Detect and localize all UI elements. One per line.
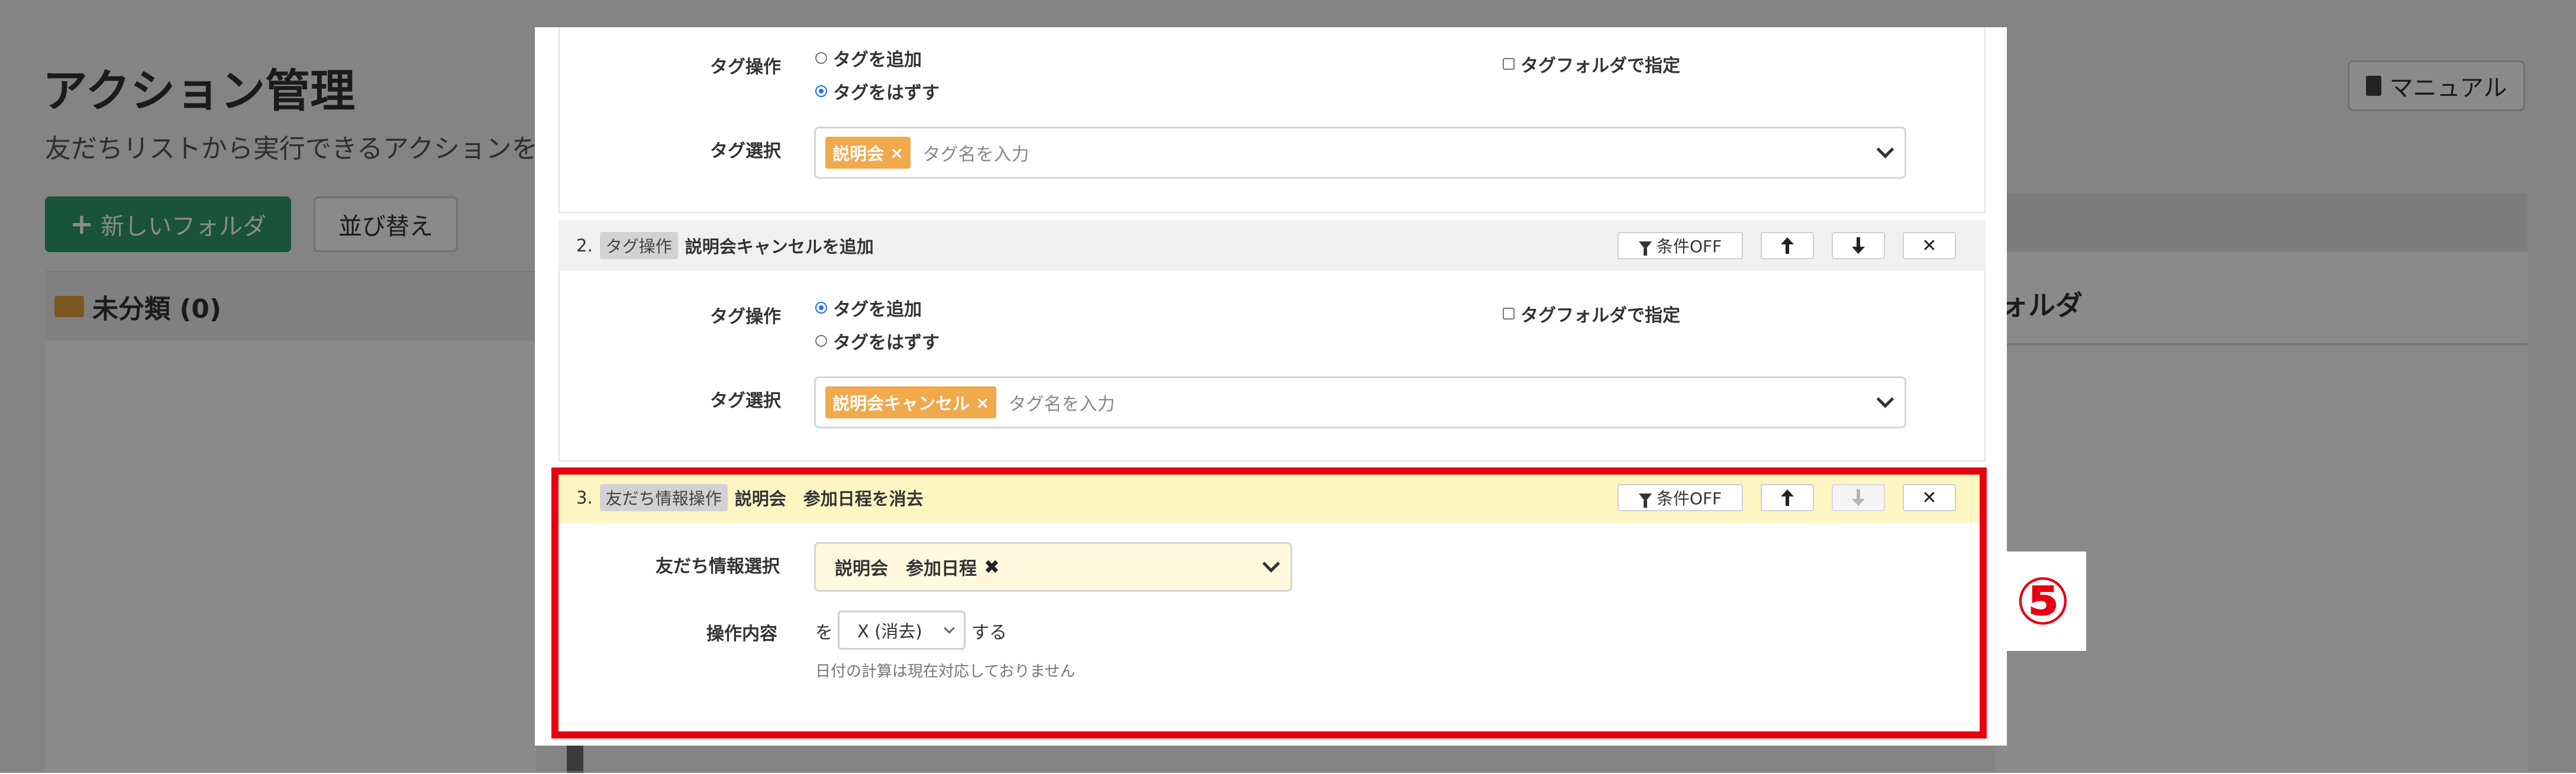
screenshot-frame (0, 0, 2575, 772)
